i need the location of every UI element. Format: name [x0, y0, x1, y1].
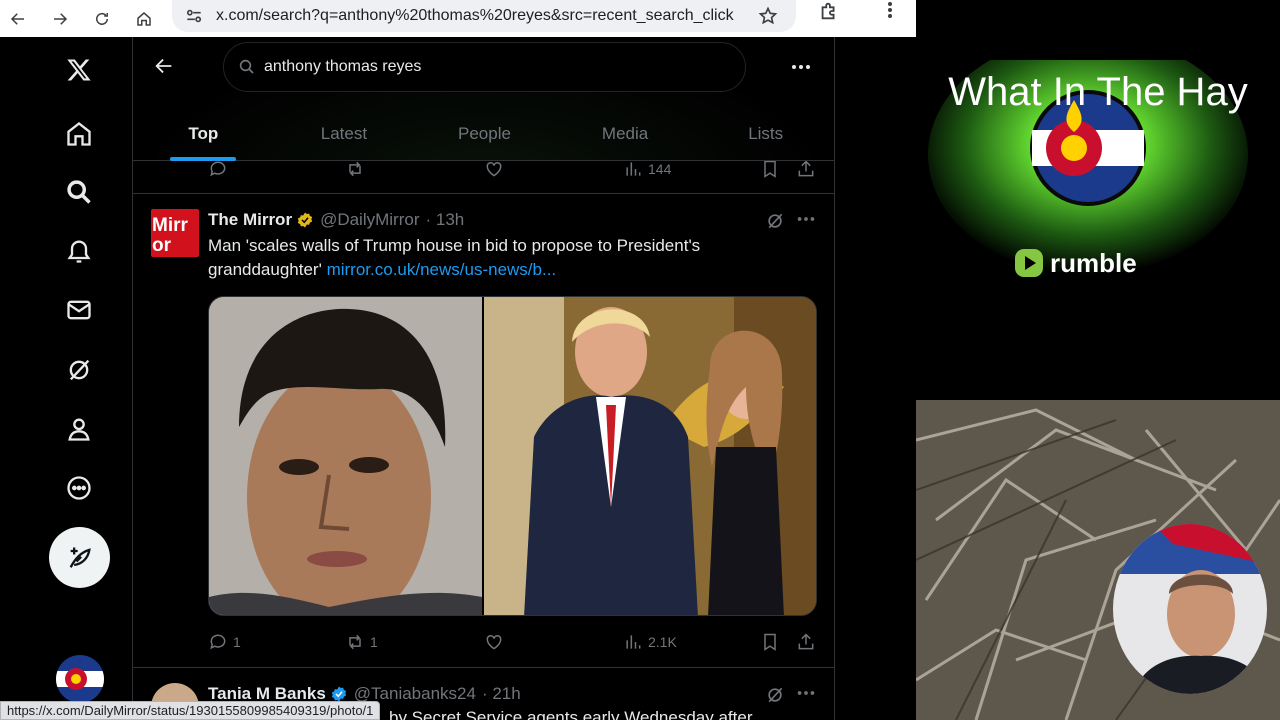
- author-name[interactable]: The Mirror: [208, 210, 292, 230]
- svg-text:or: or: [152, 235, 172, 256]
- views-chart-icon: [626, 635, 641, 649]
- like-heart-icon: [486, 634, 502, 650]
- tweet-actions: 1 1 2.1K: [133, 630, 834, 654]
- tweet-body: by Secret Service agents early Wednesday…: [389, 708, 753, 720]
- back-icon[interactable]: [4, 5, 32, 33]
- reload-icon[interactable]: [88, 5, 116, 33]
- notifications-bell-icon[interactable]: [62, 234, 96, 268]
- browser-toolbar: x.com/search?q=anthony%20thomas%20reyes&…: [0, 0, 916, 37]
- tab-media[interactable]: Media: [555, 107, 696, 161]
- stream-title: What In The Hay: [948, 70, 1248, 114]
- search-header: Top Latest People Media Lists: [133, 37, 834, 161]
- streamer-webcam: [1113, 524, 1267, 694]
- account-avatar[interactable]: [56, 655, 104, 703]
- grok-explain-icon[interactable]: [765, 211, 785, 231]
- search-results-column: Top Latest People Media Lists 144: [132, 37, 835, 720]
- svg-text:Mirr: Mirr: [152, 215, 189, 236]
- extensions-icon[interactable]: [818, 0, 840, 22]
- repost-count: 1: [370, 634, 378, 650]
- address-bar[interactable]: x.com/search?q=anthony%20thomas%20reyes&…: [172, 0, 796, 32]
- search-input-box[interactable]: [223, 42, 746, 92]
- tweet-text: Man 'scales walls of Trump house in bid …: [208, 234, 788, 282]
- share-icon: [798, 633, 814, 650]
- compose-post-button[interactable]: [49, 527, 110, 588]
- search-input[interactable]: [264, 58, 704, 76]
- views-chart-icon: [626, 162, 641, 176]
- forward-icon[interactable]: [46, 5, 74, 33]
- reply-count: 1: [233, 634, 241, 650]
- home-nav-icon[interactable]: [62, 117, 96, 151]
- search-options-icon[interactable]: [789, 57, 813, 77]
- search-tabs: Top Latest People Media Lists: [133, 107, 834, 161]
- views-count: 2.1K: [648, 634, 677, 650]
- reply-icon: [210, 634, 226, 650]
- address-url[interactable]: x.com/search?q=anthony%20thomas%20reyes&…: [216, 7, 734, 25]
- search-icon: [239, 59, 254, 74]
- tweet-media[interactable]: [208, 296, 817, 616]
- tweet-more-icon[interactable]: [795, 209, 817, 234]
- explore-search-icon[interactable]: [62, 175, 96, 209]
- repost-icon: [349, 634, 361, 650]
- tweet-divider: [133, 193, 834, 194]
- mugshot-photo[interactable]: [209, 297, 482, 615]
- views-count-label: 144: [648, 161, 672, 177]
- tweet-time[interactable]: · 13h: [425, 210, 464, 230]
- x-logo-icon[interactable]: [62, 53, 96, 87]
- bookmark-star-icon[interactable]: [758, 6, 778, 26]
- webcam-panel: [916, 400, 1280, 720]
- link-status-bar: https://x.com/DailyMirror/status/1930155…: [0, 701, 381, 720]
- trump-granddaughter-photo[interactable]: [484, 297, 816, 615]
- rumble-logo: rumble: [1014, 246, 1137, 280]
- site-info-icon[interactable]: [184, 6, 204, 26]
- share-button[interactable]: [796, 630, 816, 654]
- reply-button[interactable]: 1: [208, 630, 241, 654]
- author-handle[interactable]: @DailyMirror: [320, 210, 419, 230]
- grok-explain-icon[interactable]: [765, 685, 785, 705]
- x-sidebar: [0, 37, 132, 720]
- rumble-wordmark: rumble: [1050, 247, 1137, 278]
- verified-gold-badge-icon: [297, 212, 313, 228]
- messages-mail-icon[interactable]: [62, 293, 96, 327]
- tweet-divider: [133, 667, 834, 668]
- tab-latest[interactable]: Latest: [274, 107, 415, 161]
- tweet-more-icon[interactable]: [795, 683, 817, 708]
- tab-top[interactable]: Top: [133, 107, 274, 161]
- bookmark-icon: [764, 633, 776, 651]
- browser-menu-icon[interactable]: [884, 0, 896, 20]
- grok-icon[interactable]: [62, 353, 96, 387]
- more-circle-icon[interactable]: [62, 471, 96, 505]
- compose-feather-icon: [69, 547, 91, 568]
- tweet-time[interactable]: · 21h: [482, 684, 521, 704]
- back-arrow-icon[interactable]: [153, 55, 177, 79]
- stream-overlay-panel: What In The Hay rumble: [916, 0, 1280, 400]
- rumble-play-icon: [1015, 249, 1043, 277]
- tab-people[interactable]: People: [414, 107, 555, 161]
- tweet-header: The Mirror @DailyMirror · 13h: [208, 209, 464, 231]
- tweet-avatar[interactable]: Mirr or: [151, 209, 199, 257]
- tab-lists[interactable]: Lists: [695, 107, 834, 161]
- bookmark-button[interactable]: [760, 630, 780, 654]
- views-button[interactable]: 2.1K: [623, 630, 677, 654]
- like-button[interactable]: [484, 630, 504, 654]
- repost-button[interactable]: 1: [345, 630, 378, 654]
- tweet-link[interactable]: mirror.co.uk/news/us-news/b...: [327, 260, 557, 279]
- profile-person-icon[interactable]: [62, 412, 96, 446]
- home-icon[interactable]: [130, 5, 158, 33]
